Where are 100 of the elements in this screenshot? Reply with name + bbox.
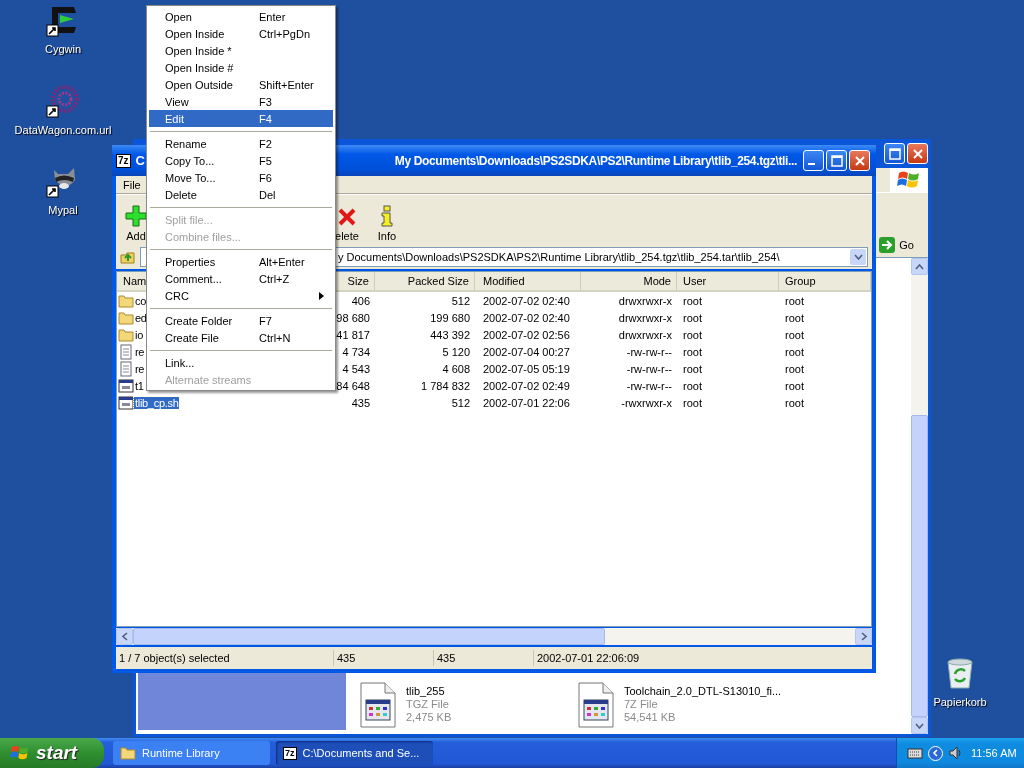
desktop-icon-label[interactable]: DataWagon.com.url [14, 124, 112, 136]
menu-item[interactable]: Copy To... F5 [149, 152, 333, 169]
table-cell-text: 4 543 [341, 362, 371, 375]
column-header[interactable]: User [677, 272, 779, 290]
desktop-icon-label[interactable]: Cygwin [44, 43, 82, 55]
table-cell-text: root [784, 379, 805, 392]
menu-item[interactable]: Link... [149, 354, 333, 371]
file-name[interactable]: t1 [134, 379, 145, 392]
file-name[interactable]: tlib_cp.sh [134, 396, 180, 409]
menu-item[interactable]: Move To... F6 [149, 169, 333, 186]
column-header[interactable]: Modified [475, 272, 581, 290]
folder-up-icon[interactable] [120, 249, 136, 265]
file-name[interactable]: co [134, 294, 148, 307]
table-cell-text: 512 [450, 294, 471, 307]
recycle-bin-icon[interactable] [945, 656, 975, 690]
speaker-icon[interactable] [948, 745, 964, 761]
menu-item[interactable]: File [120, 178, 144, 191]
menu-item[interactable]: Open Inside Ctrl+PgDn [149, 25, 333, 42]
table-cell-text: 98 680 [335, 311, 371, 324]
scroll-thumb[interactable] [911, 415, 928, 717]
table-cell-text: root [784, 328, 805, 341]
arrow-up-icon [915, 263, 924, 270]
horizontal-scrollbar[interactable] [116, 628, 872, 645]
toolbar-button[interactable]: Info [367, 195, 407, 245]
menu-item[interactable]: View F3 [149, 93, 333, 110]
maximize-button[interactable] [826, 150, 847, 171]
scroll-thumb[interactable] [133, 628, 605, 645]
table-cell-text: 406 [350, 294, 371, 307]
folder-icon [118, 310, 134, 325]
status-text: 1 / 7 object(s) selected [116, 650, 334, 666]
scroll-down-button[interactable] [911, 717, 928, 734]
table-cell-text: -rwxrwxr-x [620, 396, 673, 409]
minimize-button[interactable] [803, 150, 824, 171]
menu-item[interactable]: Create File Ctrl+N [149, 329, 333, 346]
menu-item[interactable]: Open Inside * [149, 42, 333, 59]
vertical-scrollbar[interactable] [911, 258, 928, 734]
menu-item[interactable]: Open Inside # [149, 59, 333, 76]
scroll-left-button[interactable] [116, 628, 133, 645]
file-name[interactable]: Toolchain_2.0_DTL-S13010_fi... [624, 685, 782, 698]
menu-item[interactable]: Delete Del [149, 186, 333, 203]
table-cell-text: 84 648 [335, 379, 371, 392]
status-text: 435 [434, 650, 534, 666]
menu-item[interactable]: CRC [149, 287, 333, 304]
file-name[interactable]: io [134, 328, 144, 341]
table-cell-text: 1 784 832 [420, 379, 471, 392]
table-cell-text: root [784, 362, 805, 375]
table-cell-text: root [784, 396, 805, 409]
scroll-up-button[interactable] [911, 258, 928, 275]
table-cell-text: 2002-07-05 05:19 [482, 362, 571, 375]
folder-icon [118, 327, 134, 342]
menu-item[interactable]: Create Folder F7 [149, 312, 333, 329]
maximize-button[interactable] [884, 143, 905, 164]
maximize-icon [830, 154, 843, 167]
column-header[interactable]: Packed Size [375, 272, 475, 290]
file-icon[interactable] [359, 682, 397, 728]
column-header[interactable]: Group [779, 272, 871, 290]
table-cell-text: root [784, 311, 805, 324]
file-name[interactable]: tlib_255 [406, 685, 452, 698]
close-button[interactable] [907, 143, 928, 164]
file-name[interactable]: re [134, 362, 146, 375]
file-name[interactable]: re [134, 345, 146, 358]
menu-item[interactable]: Rename F2 [149, 135, 333, 152]
table-cell-text: root [682, 328, 703, 341]
go-button[interactable]: Go [879, 237, 914, 253]
expand-tray-button[interactable] [928, 745, 943, 761]
table-cell-text: root [784, 345, 805, 358]
table-cell-text: 4 734 [341, 345, 371, 358]
app-icon: 7z [116, 153, 131, 168]
scroll-right-button[interactable] [855, 628, 872, 645]
file-icon[interactable] [577, 682, 615, 728]
table-cell-text: drwxrwxr-x [617, 294, 673, 307]
file-name[interactable]: ed [134, 311, 148, 324]
table-cell-text: 2002-07-02 02:49 [482, 379, 571, 392]
window-title: My Documents\Downloads\PS2SDKA\PS2\Runtime Library\tlib_254.tgz\tli... [394, 153, 798, 168]
dotted-globe-shortcut-icon[interactable] [46, 84, 80, 118]
table-cell-text: 41 817 [335, 328, 371, 341]
status-text: 435 [334, 650, 434, 666]
window-title: C [135, 153, 145, 168]
column-header[interactable]: Mode [581, 272, 677, 290]
desktop-icon-label[interactable]: Mypal [48, 204, 78, 216]
table-cell-text: drwxrwxr-x [617, 328, 673, 341]
start-button[interactable]: start [0, 738, 104, 768]
close-icon [911, 147, 924, 160]
plus-icon [125, 205, 147, 227]
menu-item[interactable]: Edit F4 [149, 110, 333, 127]
close-button[interactable] [849, 150, 870, 171]
taskbar-button[interactable]: 7z C:\Documents and Se... [276, 741, 433, 765]
keyboard-icon[interactable] [907, 747, 923, 759]
table-cell-text: 4 608 [441, 362, 471, 375]
table-cell-text: 443 392 [429, 328, 471, 341]
desktop-icon-label[interactable]: Papierkorb [933, 696, 987, 708]
info-icon [380, 205, 394, 227]
taskbar-button[interactable]: Runtime Library [113, 741, 270, 765]
dropdown-button[interactable] [850, 249, 866, 265]
menu-item[interactable]: Properties Alt+Enter [149, 253, 333, 270]
table-cell-text: 512 [450, 396, 471, 409]
menu-item[interactable]: Open Enter [149, 8, 333, 25]
table-cell-text: 2002-07-01 22:06 [482, 396, 571, 409]
close-icon [853, 154, 866, 167]
menu-item[interactable]: Open Outside Shift+Enter [149, 76, 333, 93]
